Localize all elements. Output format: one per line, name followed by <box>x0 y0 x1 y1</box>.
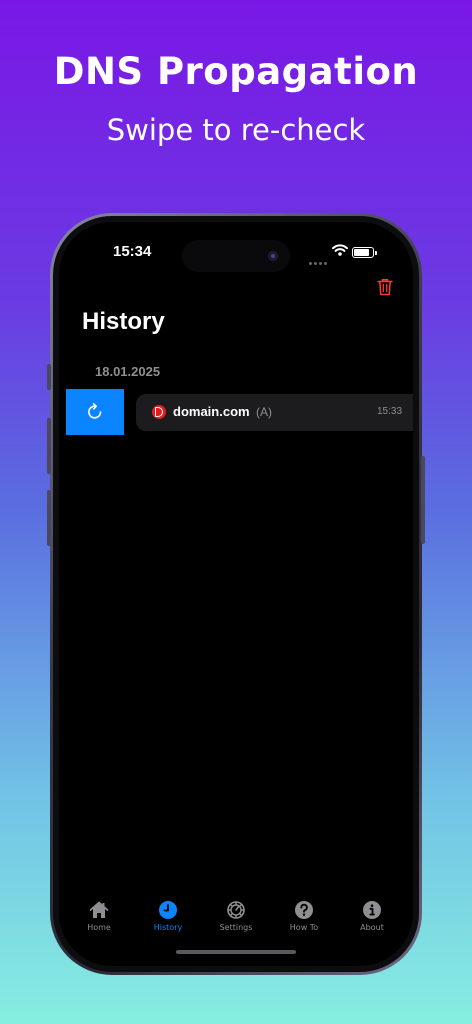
volume-down-button <box>47 490 51 546</box>
action-button <box>47 364 51 390</box>
tab-about-label: About <box>360 923 384 932</box>
power-button <box>421 456 425 544</box>
tab-bar: Home History Settings How To About <box>59 900 413 940</box>
tab-history-label: History <box>153 923 183 932</box>
info-icon <box>363 901 381 919</box>
house-icon <box>89 901 109 918</box>
history-row[interactable]: domain.com (A) 15:33 <box>136 394 413 431</box>
promo-headline: DNS Propagation <box>53 50 419 93</box>
recheck-swipe-button[interactable] <box>66 389 124 435</box>
domain-logo-icon <box>152 405 166 419</box>
volume-up-button <box>47 418 51 474</box>
tab-about[interactable]: About <box>342 900 402 932</box>
question-icon <box>295 901 313 919</box>
section-date-header: 18.01.2025 <box>95 364 161 379</box>
tab-how-to-label: How To <box>289 923 319 932</box>
cellular-signal-icon <box>309 252 329 270</box>
tab-home[interactable]: Home <box>69 900 129 932</box>
tab-settings[interactable]: Settings <box>206 900 266 932</box>
gear-icon <box>227 901 245 919</box>
promo-subline: Swipe to re-check <box>106 113 366 147</box>
page-title: History <box>82 308 165 335</box>
history-record-type: (A) <box>256 405 272 419</box>
status-time: 15:34 <box>113 243 152 260</box>
refresh-icon <box>88 403 102 419</box>
camera-icon <box>268 251 278 261</box>
clock-icon <box>159 901 177 919</box>
tab-history[interactable]: History <box>138 900 198 932</box>
tab-home-label: Home <box>87 923 111 932</box>
app-screen: 15:34 History 18.01.2025 domain.com (A) … <box>59 222 413 966</box>
wifi-icon <box>332 244 348 256</box>
tab-how-to[interactable]: How To <box>274 900 334 932</box>
home-indicator <box>176 950 296 954</box>
trash-icon[interactable] <box>377 278 393 296</box>
history-domain: domain.com <box>173 404 250 419</box>
history-time: 15:33 <box>377 406 403 417</box>
tab-settings-label: Settings <box>219 923 253 932</box>
battery-icon <box>352 247 377 258</box>
dynamic-island <box>182 240 290 272</box>
